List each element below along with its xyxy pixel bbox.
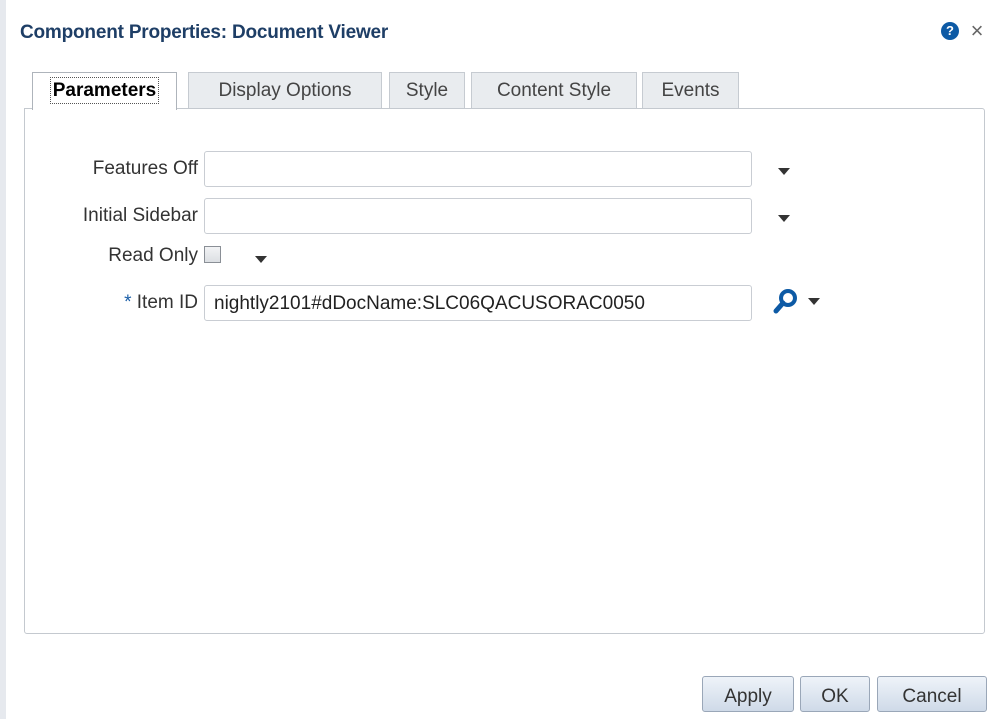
tab-parameters[interactable]: Parameters xyxy=(32,72,177,110)
apply-button[interactable]: Apply xyxy=(702,676,794,712)
tab-label: Style xyxy=(405,80,449,101)
dialog-title: Component Properties: Document Viewer xyxy=(20,22,389,43)
read-only-checkbox[interactable] xyxy=(204,246,221,263)
component-properties-dialog: Component Properties: Document Viewer ? … xyxy=(0,0,995,719)
cancel-button[interactable]: Cancel xyxy=(877,676,987,712)
help-icon[interactable]: ? xyxy=(941,22,959,40)
search-icon[interactable] xyxy=(773,288,799,314)
read-only-dropdown-icon[interactable] xyxy=(255,256,267,263)
tab-style[interactable]: Style xyxy=(389,72,465,108)
item-id-input[interactable]: nightly2101#dDocName:SLC06QACUSORAC0050 xyxy=(204,285,752,321)
item-id-dropdown-icon[interactable] xyxy=(808,298,820,305)
tab-label: Events xyxy=(661,80,720,101)
initial-sidebar-dropdown-icon[interactable] xyxy=(778,215,790,222)
tab-label: Content Style xyxy=(496,80,612,101)
dialog-left-edge xyxy=(0,0,6,719)
close-icon[interactable]: × xyxy=(966,19,988,43)
read-only-label: Read Only xyxy=(108,245,198,266)
features-off-dropdown-icon[interactable] xyxy=(778,168,790,175)
tab-label: Display Options xyxy=(218,80,352,101)
required-marker: * xyxy=(124,292,132,313)
ok-button[interactable]: OK xyxy=(800,676,870,712)
tab-label: Parameters xyxy=(49,77,160,104)
tab-display-options[interactable]: Display Options xyxy=(188,72,382,108)
features-off-label: Features Off xyxy=(92,158,198,179)
initial-sidebar-label: Initial Sidebar xyxy=(82,205,198,226)
item-id-label-text: Item ID xyxy=(136,292,198,313)
item-id-label: * Item ID xyxy=(124,292,198,314)
tab-content-style[interactable]: Content Style xyxy=(471,72,637,108)
initial-sidebar-input[interactable] xyxy=(204,198,752,234)
features-off-input[interactable] xyxy=(204,151,752,187)
tab-events[interactable]: Events xyxy=(642,72,739,108)
